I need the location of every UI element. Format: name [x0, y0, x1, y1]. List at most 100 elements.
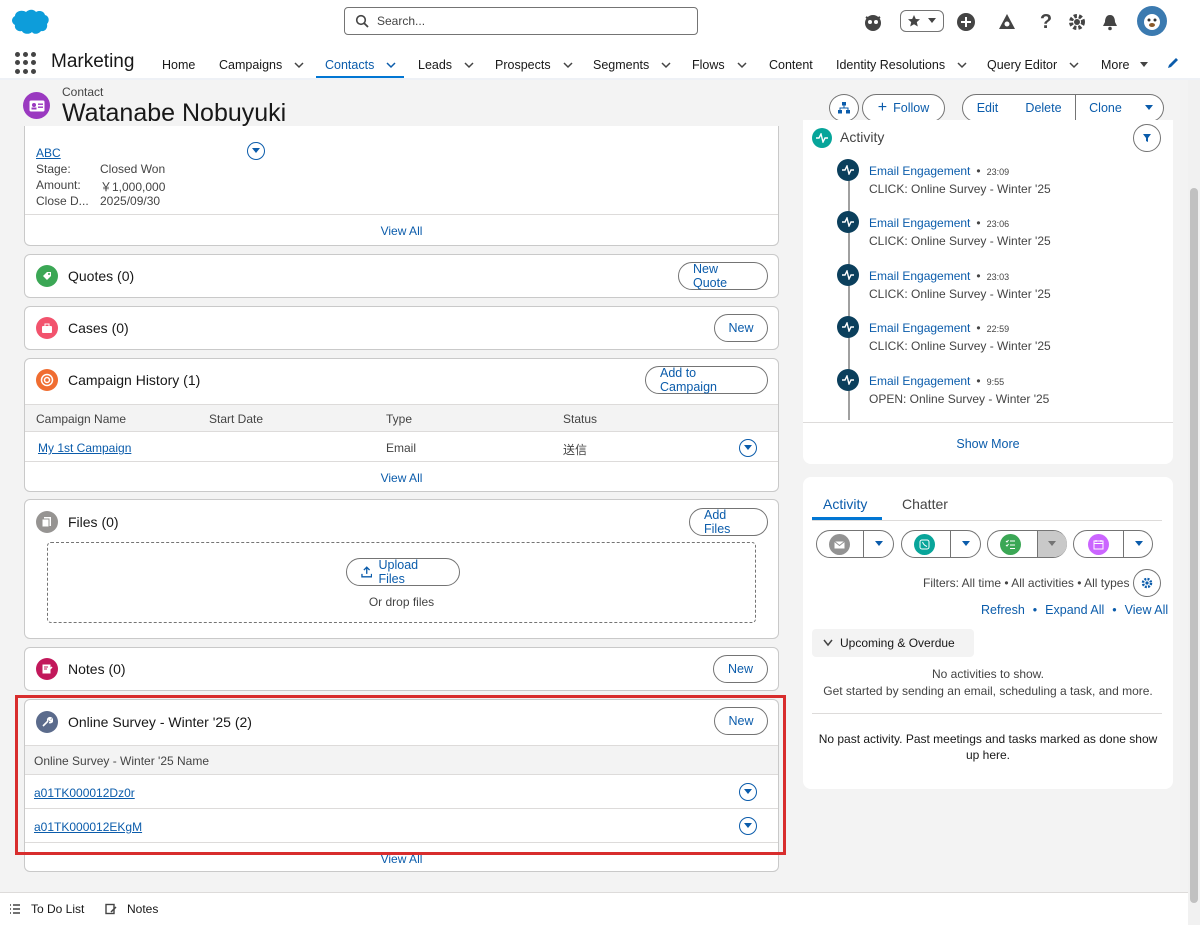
nav-item-flows[interactable]: Flows	[692, 54, 747, 76]
clone-button[interactable]: Clone	[1075, 94, 1136, 122]
nav-item-content[interactable]: Content	[769, 54, 813, 76]
nav-item-more[interactable]: More	[1101, 54, 1149, 76]
case-icon	[36, 317, 58, 339]
chevron-down-icon[interactable]	[386, 60, 396, 70]
column-header[interactable]: Campaign Name	[36, 412, 126, 426]
plus-icon: +	[877, 99, 888, 116]
column-header[interactable]: Status	[563, 412, 597, 426]
new-note-button[interactable]: New	[713, 655, 768, 683]
gear-icon[interactable]	[1064, 9, 1090, 35]
pencil-edit-icon[interactable]	[1166, 56, 1180, 70]
column-header[interactable]: Type	[386, 412, 412, 426]
caret-down-icon[interactable]	[1047, 540, 1057, 548]
scrollbar-thumb[interactable]	[1190, 188, 1198, 903]
view-all-link[interactable]: View All	[25, 471, 778, 485]
caret-down-icon	[744, 445, 752, 450]
user-avatar[interactable]	[1137, 6, 1167, 36]
tab-activity[interactable]: Activity	[823, 496, 867, 512]
nav-item-contacts[interactable]: Contacts	[325, 54, 396, 76]
salesforce-logo[interactable]	[10, 8, 50, 36]
engagement-link[interactable]: Email Engagement	[869, 374, 970, 388]
close-date-value: 2025/09/30	[100, 194, 161, 208]
view-all-link[interactable]: View All	[25, 224, 778, 238]
caret-down-icon[interactable]	[961, 540, 971, 548]
engagement-link[interactable]: Email Engagement	[869, 269, 970, 283]
nav-item-identity-resolutions[interactable]: Identity Resolutions	[836, 54, 967, 76]
chevron-down-icon[interactable]	[294, 60, 304, 70]
caret-down-icon[interactable]	[1134, 540, 1144, 548]
add-to-campaign-button[interactable]: Add to Campaign	[645, 366, 768, 394]
astro-icon[interactable]	[860, 9, 886, 35]
engagement-icon	[837, 369, 859, 391]
opportunities-card: ABC Stage: Closed Won Amount: ￥1,000,000…	[24, 126, 779, 246]
nav-item-campaigns[interactable]: Campaigns	[219, 54, 304, 76]
add-files-button[interactable]: Add Files	[689, 508, 768, 536]
tab-chatter[interactable]: Chatter	[902, 496, 948, 512]
engagement-link[interactable]: Email Engagement	[869, 321, 970, 335]
upload-files-button[interactable]: Upload Files	[346, 558, 460, 586]
opportunity-link[interactable]: ABC	[36, 146, 61, 160]
show-more-link[interactable]: Show More	[803, 437, 1173, 451]
filter-button[interactable]	[1133, 124, 1161, 152]
note-icon	[105, 903, 117, 915]
engagement-link[interactable]: Email Engagement	[869, 164, 970, 178]
task-action-group	[987, 530, 1067, 558]
view-all-link[interactable]: View All	[1125, 603, 1169, 617]
chevron-down-icon[interactable]	[737, 60, 747, 70]
column-header[interactable]: Start Date	[209, 412, 263, 426]
record-title: Watanabe Nobuyuki	[62, 99, 287, 127]
engagement-link[interactable]: Email Engagement	[869, 216, 970, 230]
upcoming-overdue-section[interactable]: Upcoming & Overdue	[812, 629, 974, 657]
activity-settings-button[interactable]	[1133, 569, 1161, 597]
global-search[interactable]	[344, 7, 698, 35]
search-input[interactable]	[377, 12, 677, 30]
more-actions-button[interactable]	[1135, 94, 1164, 122]
new-case-button[interactable]: New	[714, 314, 768, 342]
file-drop-zone[interactable]: Upload Files Or drop files	[47, 542, 756, 623]
nav-item-leads[interactable]: Leads	[418, 54, 474, 76]
caret-down-icon[interactable]	[1139, 60, 1149, 70]
refresh-link[interactable]: Refresh	[981, 603, 1025, 617]
new-quote-button[interactable]: New Quote	[678, 262, 768, 290]
app-name: Marketing	[51, 51, 135, 72]
favorites-button[interactable]	[900, 10, 944, 32]
nav-item-home[interactable]: Home	[162, 54, 195, 76]
chevron-down-icon[interactable]	[661, 60, 671, 70]
notifications-bell-icon[interactable]	[1097, 9, 1123, 35]
edit-button[interactable]: Edit	[962, 94, 1013, 122]
nav-item-query-editor[interactable]: Query Editor	[987, 54, 1079, 76]
chevron-down-icon[interactable]	[1069, 60, 1079, 70]
expand-all-link[interactable]: Expand All	[1045, 603, 1104, 617]
chevron-down-icon[interactable]	[464, 60, 474, 70]
files-icon	[36, 511, 58, 533]
help-icon[interactable]: ?	[1033, 9, 1059, 35]
call-action-group	[901, 530, 981, 558]
follow-button[interactable]: + Follow	[862, 94, 945, 122]
phone-icon[interactable]	[914, 534, 935, 555]
nav-item-prospects[interactable]: Prospects	[495, 54, 573, 76]
calendar-icon[interactable]	[1088, 534, 1109, 555]
activity-panel: Activity Chatter Filters: All time • All…	[803, 477, 1173, 789]
todo-list-item[interactable]: To Do List	[9, 902, 84, 916]
drop-files-hint: Or drop files	[368, 595, 435, 609]
get-started-text: Get started by sending an email, schedul…	[823, 684, 1153, 698]
row-action-menu[interactable]	[739, 439, 757, 457]
campaign-name-link[interactable]: My 1st Campaign	[38, 441, 131, 455]
notes-utility-item[interactable]: Notes	[105, 902, 158, 916]
nav-item-segments[interactable]: Segments	[593, 54, 671, 76]
card-title: Cases (0)	[68, 320, 129, 336]
hierarchy-button[interactable]	[829, 94, 859, 122]
add-icon[interactable]	[953, 9, 979, 35]
campaign-history-card: Campaign History (1) Add to Campaign Cam…	[24, 358, 779, 492]
row-action-menu[interactable]	[247, 142, 265, 160]
chevron-down-icon[interactable]	[957, 60, 967, 70]
caret-down-icon[interactable]	[874, 540, 884, 548]
app-launcher-icon[interactable]	[15, 52, 37, 74]
chevron-down-icon[interactable]	[563, 60, 573, 70]
page-scrollbar[interactable]	[1188, 80, 1200, 925]
task-icon[interactable]	[1000, 534, 1021, 555]
chevron-down-icon	[823, 639, 833, 647]
trailhead-icon[interactable]	[994, 9, 1020, 35]
email-icon[interactable]	[829, 534, 850, 555]
delete-button[interactable]: Delete	[1012, 94, 1076, 122]
